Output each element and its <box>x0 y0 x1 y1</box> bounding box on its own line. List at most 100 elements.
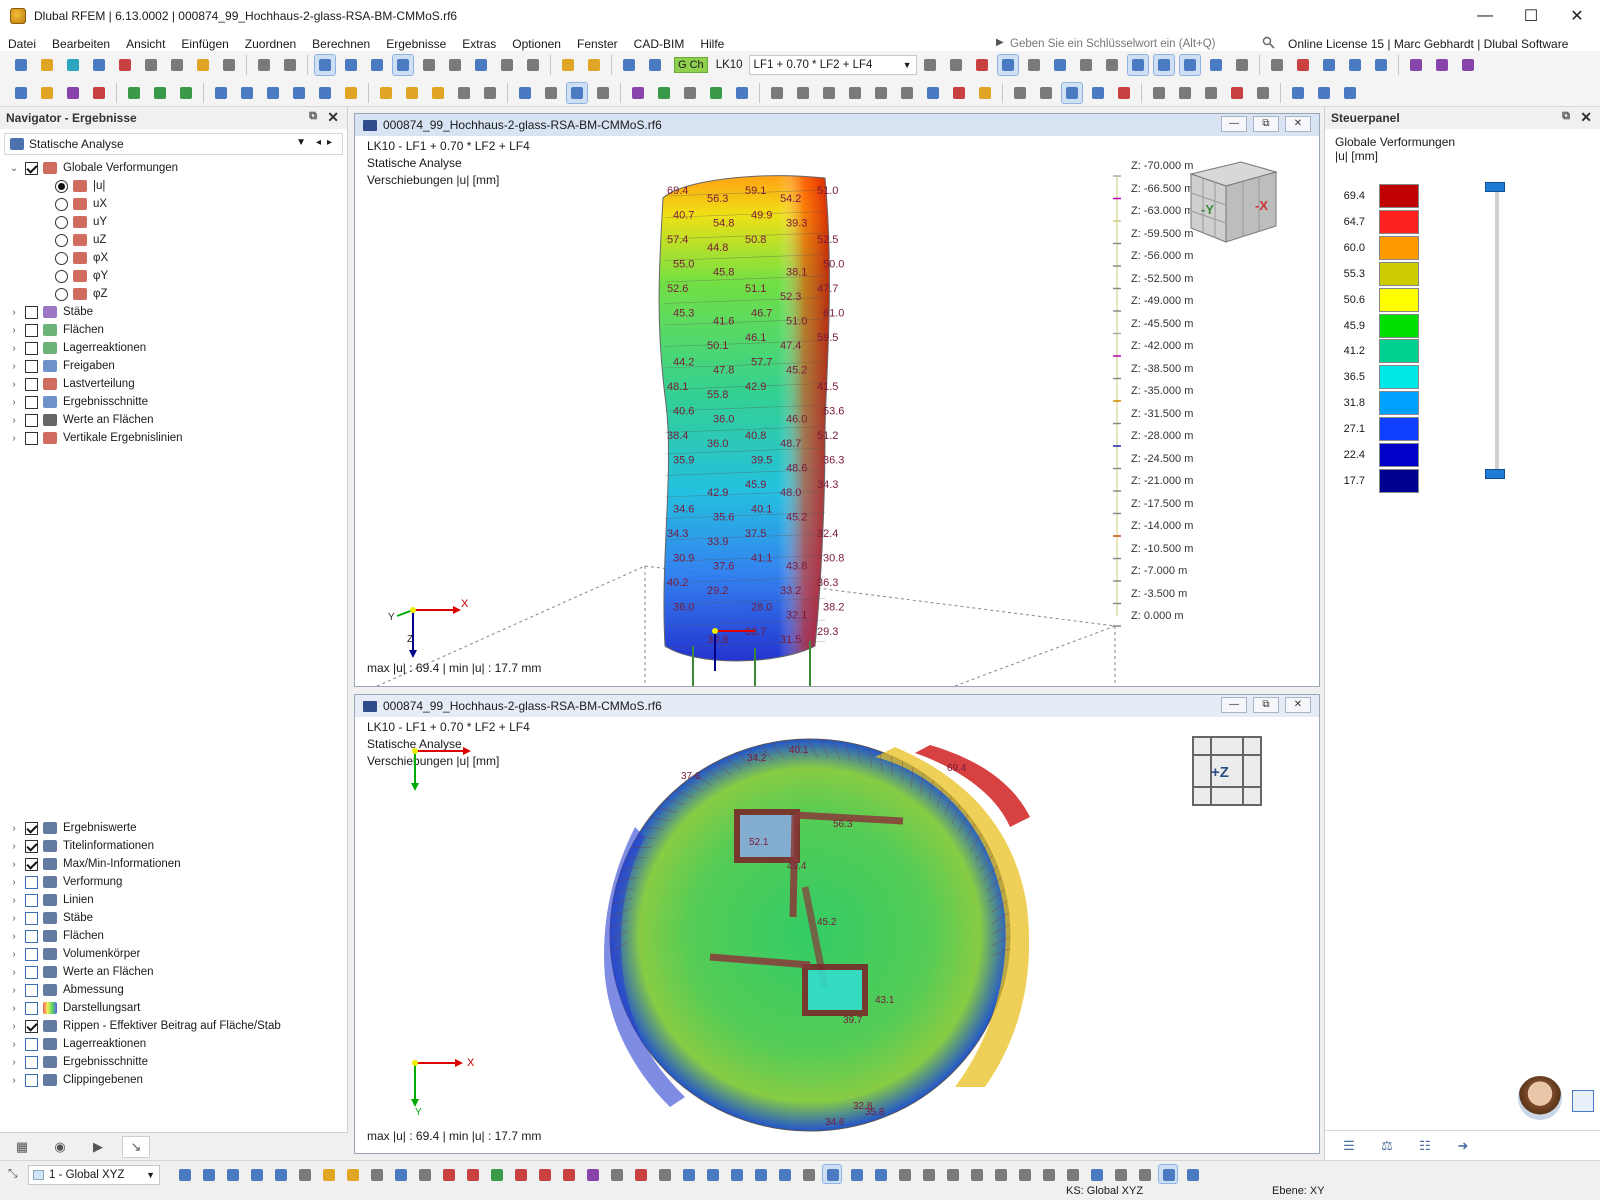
maximize-button[interactable]: ☐ <box>1508 0 1554 32</box>
status-tool-icon[interactable] <box>655 1165 673 1183</box>
status-tool-icon[interactable] <box>727 1165 745 1183</box>
display-item[interactable]: ›Lagerreaktionen <box>0 1035 348 1053</box>
status-tool-icon[interactable] <box>1183 1165 1201 1183</box>
dim-2-icon[interactable] <box>402 83 422 103</box>
checkbox[interactable] <box>25 162 38 175</box>
chevron-down-icon[interactable]: ⌄ <box>8 163 20 174</box>
camera-icon[interactable] <box>1253 83 1273 103</box>
move-icon[interactable] <box>593 83 613 103</box>
checkbox[interactable] <box>25 984 38 997</box>
print-icon[interactable] <box>167 55 187 75</box>
status-tool-icon[interactable] <box>487 1165 505 1183</box>
open-file-icon[interactable] <box>37 55 57 75</box>
display-item[interactable]: ›Darstellungsart <box>0 999 348 1017</box>
script-sc-icon[interactable] <box>445 55 465 75</box>
measure-6-icon[interactable] <box>897 83 917 103</box>
display-item[interactable]: ›Stäbe <box>0 909 348 927</box>
user-avatar[interactable] <box>1518 1076 1562 1120</box>
status-tool-icon[interactable] <box>583 1165 601 1183</box>
status-tool-icon[interactable] <box>751 1165 769 1183</box>
chevron-right-icon[interactable]: › <box>8 361 20 372</box>
close-icon[interactable]: ✕ <box>327 109 339 126</box>
tab-views-icon[interactable]: ▶ <box>84 1136 112 1158</box>
checkbox[interactable] <box>25 1056 38 1069</box>
reaction-icon[interactable] <box>706 83 726 103</box>
viewport-3d[interactable]: 000874_99_Hochhaus-2-glass-RSA-BM-CMMoS.… <box>354 113 1320 687</box>
display-item[interactable]: ›Max/Min-Informationen <box>0 855 348 873</box>
checkbox[interactable] <box>25 378 38 391</box>
status-tool-icon[interactable] <box>1063 1165 1081 1183</box>
checkbox[interactable] <box>25 894 38 907</box>
pin-icon[interactable] <box>949 83 969 103</box>
box3-icon[interactable] <box>1371 55 1391 75</box>
display-item[interactable]: ›Clippingebenen <box>0 1071 348 1089</box>
display-item[interactable]: ›Werte an Flächen <box>0 963 348 981</box>
new-file-icon[interactable] <box>11 55 31 75</box>
load-combination-select[interactable]: LF1 + 0.70 * LF2 + LF4▼ <box>749 55 917 75</box>
support-surface-icon[interactable] <box>176 83 196 103</box>
status-tool-icon[interactable] <box>919 1165 937 1183</box>
box-icon[interactable] <box>1319 55 1339 75</box>
display-item[interactable]: ›Flächen <box>0 927 348 945</box>
status-tool-icon[interactable] <box>439 1165 457 1183</box>
checkbox[interactable] <box>25 1038 38 1051</box>
package-icon[interactable] <box>115 55 135 75</box>
undo-icon[interactable] <box>254 55 274 75</box>
status-tool-icon[interactable] <box>415 1165 433 1183</box>
status-tool-icon[interactable] <box>391 1165 409 1183</box>
tab-filter-icon[interactable]: ➜ <box>1451 1136 1475 1156</box>
dim-4-icon[interactable] <box>454 83 474 103</box>
chevron-right-icon[interactable]: › <box>8 325 20 336</box>
display-item[interactable]: ›Titelinformationen <box>0 837 348 855</box>
checkbox[interactable] <box>25 342 38 355</box>
line-icon[interactable] <box>37 83 57 103</box>
chevron-right-icon[interactable]: › <box>8 379 20 390</box>
status-tool-icon[interactable] <box>823 1165 841 1183</box>
status-tool-icon[interactable] <box>1015 1165 1033 1183</box>
viewport-restore-button[interactable]: ⧉ <box>1253 697 1279 713</box>
animate-icon[interactable] <box>1180 55 1200 75</box>
status-tool-icon[interactable] <box>175 1165 193 1183</box>
status-tool-icon[interactable] <box>631 1165 649 1183</box>
tab-data-icon[interactable]: ▦ <box>8 1136 36 1158</box>
next-icon[interactable] <box>946 55 966 75</box>
status-tool-icon[interactable] <box>943 1165 961 1183</box>
status-tool-icon[interactable] <box>511 1165 529 1183</box>
tree-item[interactable]: uZ <box>0 231 347 249</box>
tree-item[interactable]: ›Lagerreaktionen <box>0 339 347 357</box>
status-tool-icon[interactable] <box>295 1165 313 1183</box>
layers-icon[interactable] <box>471 55 491 75</box>
surface-tool-icon[interactable] <box>89 83 109 103</box>
tab-legend-icon[interactable]: ☰ <box>1337 1136 1361 1156</box>
status-tool-icon[interactable] <box>775 1165 793 1183</box>
cut-icon[interactable] <box>732 83 752 103</box>
tree-item[interactable]: φY <box>0 267 347 285</box>
chevron-right-icon[interactable]: › <box>8 1003 20 1014</box>
legend-slider-track[interactable] <box>1495 187 1499 473</box>
checkbox[interactable] <box>25 858 38 871</box>
checkbox[interactable] <box>25 1020 38 1033</box>
display-item[interactable]: ›Verformung <box>0 873 348 891</box>
select-icon[interactable] <box>515 83 535 103</box>
script-icon[interactable] <box>419 55 439 75</box>
tools-icon[interactable] <box>1267 55 1287 75</box>
chevron-right-icon[interactable]: › <box>8 1039 20 1050</box>
radio-button[interactable] <box>55 288 68 301</box>
checkbox[interactable] <box>25 1074 38 1087</box>
tab-list-icon[interactable]: ☷ <box>1413 1136 1437 1156</box>
tree-item[interactable]: φZ <box>0 285 347 303</box>
status-tool-icon[interactable] <box>607 1165 625 1183</box>
mirror-icon[interactable] <box>1201 83 1221 103</box>
tab-display-icon[interactable]: ◉ <box>46 1136 74 1158</box>
solid-icon[interactable] <box>680 83 700 103</box>
display-item[interactable]: ›Rippen - Effektiver Beitrag auf Fläche/… <box>0 1017 348 1035</box>
legend-slider-max-handle[interactable] <box>1485 182 1505 192</box>
minimize-button[interactable]: — <box>1462 0 1508 32</box>
load-surface-icon[interactable] <box>289 83 309 103</box>
rotate-1-icon[interactable] <box>1149 83 1169 103</box>
status-tool-icon[interactable] <box>703 1165 721 1183</box>
load-solid-icon[interactable] <box>315 83 335 103</box>
chevron-right-icon[interactable]: › <box>8 1021 20 1032</box>
status-tool-icon[interactable] <box>895 1165 913 1183</box>
document-icon[interactable] <box>219 55 239 75</box>
